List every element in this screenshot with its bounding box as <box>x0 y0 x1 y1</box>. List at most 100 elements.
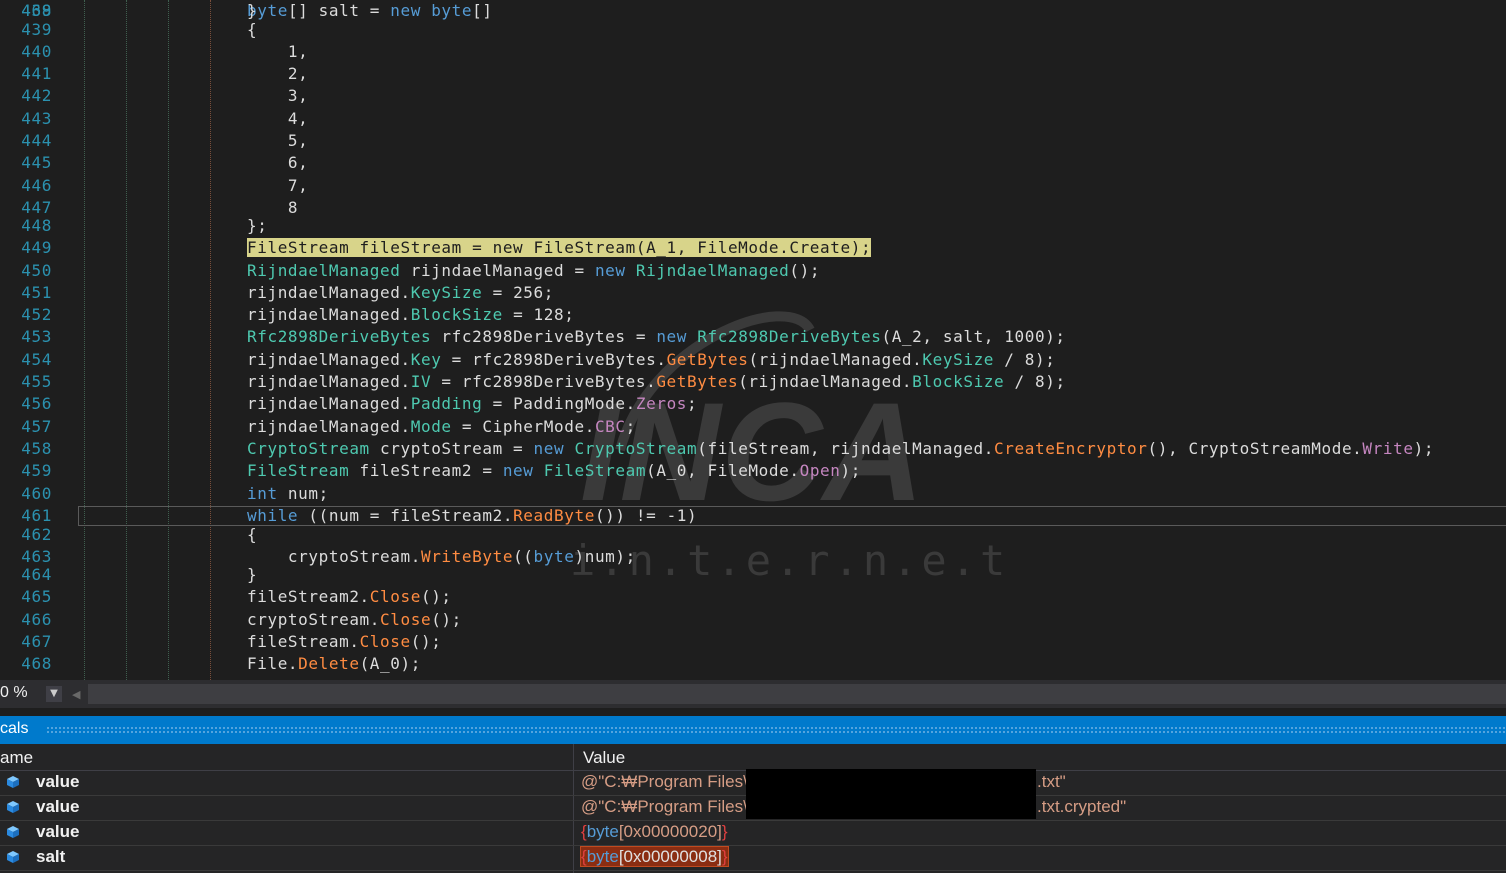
redaction-box <box>746 794 1036 819</box>
code-line[interactable]: 453 Rfc2898DeriveBytes rfc2898DeriveBytes… <box>0 326 1506 348</box>
code-token: rijndaelManaged. <box>247 305 411 324</box>
code-line[interactable]: 462 { <box>0 524 1506 546</box>
code-text: File.Delete(A_0); <box>247 653 421 675</box>
line-number: 453 <box>21 327 52 346</box>
code-token: / 8); <box>994 350 1056 369</box>
code-line[interactable]: 439 { <box>0 19 1506 41</box>
code-token: rijndaelManaged. <box>247 417 411 436</box>
code-token: new <box>656 327 688 346</box>
code-token: num; <box>277 484 329 503</box>
code-token: }; <box>247 216 268 235</box>
code-line[interactable]: 456 rijndaelManaged.Padding = PaddingMode… <box>0 393 1506 415</box>
line-number: 459 <box>21 461 52 480</box>
value-column-header[interactable]: Value <box>583 748 625 768</box>
line-number: 466 <box>21 610 52 629</box>
code-token: (A_0); <box>359 654 421 673</box>
code-line[interactable]: 459 FileStream fileStream2 = new FileStre… <box>0 460 1506 482</box>
line-number: 462 <box>21 525 52 544</box>
local-value[interactable]: {byte[0x00000008]} <box>580 846 729 867</box>
code-line[interactable]: 469} <box>0 0 1506 22</box>
code-token: Delete <box>298 654 360 673</box>
name-column-header[interactable]: ame <box>0 748 33 768</box>
code-line[interactable]: 468 File.Delete(A_0); <box>0 653 1506 675</box>
code-token: (), CryptoStreamMode. <box>1147 439 1363 458</box>
code-token: File. <box>247 654 299 673</box>
line-number: 468 <box>21 654 52 673</box>
code-line[interactable]: 450 RijndaelManaged rijndaelManaged = new… <box>0 260 1506 282</box>
code-line[interactable]: 444 5, <box>0 130 1506 152</box>
code-token: ; <box>625 417 636 436</box>
code-text: rijndaelManaged.Mode = CipherMode.CBC; <box>247 416 636 438</box>
code-token: (); <box>431 610 462 629</box>
code-token: ; <box>687 394 698 413</box>
scroll-left-icon[interactable]: ◀ <box>72 688 80 701</box>
code-line[interactable]: 460 int num; <box>0 483 1506 505</box>
code-line[interactable]: 457 rijndaelManaged.Mode = CipherMode.CBC… <box>0 416 1506 438</box>
code-token: (rijndaelManaged. <box>738 372 913 391</box>
code-line[interactable]: 443 4, <box>0 108 1506 130</box>
code-text: CryptoStream cryptoStream = new CryptoSt… <box>247 438 1434 460</box>
code-token: rijndaelManaged. <box>247 350 411 369</box>
code-token: cryptoStream. <box>247 610 381 629</box>
line-number: 448 <box>21 216 52 235</box>
code-token: Close <box>369 587 421 606</box>
code-token: = rfc2898DeriveBytes. <box>441 350 667 369</box>
code-text: rijndaelManaged.KeySize = 256; <box>247 282 554 304</box>
local-value[interactable]: {byte[0x00000020]} <box>581 822 728 842</box>
locals-row[interactable]: salt {byte[0x00000008]} <box>0 845 1506 871</box>
code-token: new <box>502 461 534 480</box>
code-token: 5, <box>247 131 309 150</box>
horizontal-scrollbar[interactable] <box>88 684 1506 704</box>
local-name: value <box>36 772 80 791</box>
code-editor[interactable]: INCA i.n.t.e.r.n.e.t 438 byte[] salt = ne… <box>0 0 1506 680</box>
code-line[interactable]: 448}; <box>0 215 1506 237</box>
code-line[interactable]: 464} <box>0 564 1506 586</box>
value-prefix: @"C:₩Program Files\ <box>581 797 748 816</box>
code-token: Open <box>799 461 841 480</box>
zoom-level[interactable]: 0 % <box>0 684 28 702</box>
code-token: new <box>533 439 565 458</box>
code-text: RijndaelManaged rijndaelManaged = new Ri… <box>247 260 820 282</box>
code-text: Rfc2898DeriveBytes rfc2898DeriveBytes = … <box>247 326 1066 348</box>
code-token: = 128; <box>502 305 575 324</box>
code-text: cryptoStream.Close(); <box>247 609 462 631</box>
code-token: CryptoStream <box>247 439 370 458</box>
code-token: FileStream fileStream = new FileStream(A… <box>247 238 872 257</box>
line-number: 443 <box>21 109 52 128</box>
code-line[interactable]: 440 1, <box>0 41 1506 63</box>
code-line[interactable]: 467 fileStream.Close(); <box>0 631 1506 653</box>
code-line[interactable]: 451 rijndaelManaged.KeySize = 256; <box>0 282 1506 304</box>
code-line[interactable]: 466 cryptoStream.Close(); <box>0 609 1506 631</box>
line-number: 456 <box>21 394 52 413</box>
code-line[interactable]: 449 FileStream fileStream = new FileStrea… <box>0 237 1506 259</box>
value-type: byte <box>586 822 619 841</box>
code-token: RijndaelManaged <box>247 261 401 280</box>
locals-panel-header[interactable]: cals <box>0 716 1506 744</box>
code-token: } <box>247 1 258 20</box>
locals-row[interactable]: value @"C:₩Program Files\ .txt.crypted" <box>0 794 1506 821</box>
code-line[interactable]: 441 2, <box>0 63 1506 85</box>
locals-row[interactable]: value {byte[0x00000020]} <box>0 820 1506 846</box>
locals-row[interactable]: value @"C:₩Program Files\ .txt" <box>0 769 1506 796</box>
line-number: 458 <box>21 439 52 458</box>
code-line[interactable]: 452 rijndaelManaged.BlockSize = 128; <box>0 304 1506 326</box>
local-value[interactable]: @"C:₩Program Files\ .txt.crypted" <box>581 797 1126 817</box>
code-line[interactable]: 445 6, <box>0 152 1506 174</box>
field-cube-icon <box>7 826 19 838</box>
code-token: ReadByte <box>513 506 595 525</box>
line-number: 440 <box>21 42 52 61</box>
code-line[interactable]: 446 7, <box>0 175 1506 197</box>
code-line[interactable]: 455 rijndaelManaged.IV = rfc2898DeriveByt… <box>0 371 1506 393</box>
code-line[interactable]: 454 rijndaelManaged.Key = rfc2898DeriveBy… <box>0 349 1506 371</box>
line-number: 445 <box>21 153 52 172</box>
code-token: CryptoStream <box>564 439 698 458</box>
zoom-dropdown-icon[interactable]: ▼ <box>46 686 62 702</box>
code-token: CreateEncryptor <box>994 439 1148 458</box>
local-value[interactable]: @"C:₩Program Files\ .txt" <box>581 772 1066 792</box>
panel-drag-grip[interactable] <box>46 726 1506 734</box>
code-token: / 8); <box>1004 372 1066 391</box>
value-prefix: @"C:₩Program Files\ <box>581 772 748 791</box>
code-line[interactable]: 465 fileStream2.Close(); <box>0 586 1506 608</box>
code-line[interactable]: 458 CryptoStream cryptoStream = new Crypt… <box>0 438 1506 460</box>
code-line[interactable]: 442 3, <box>0 85 1506 107</box>
